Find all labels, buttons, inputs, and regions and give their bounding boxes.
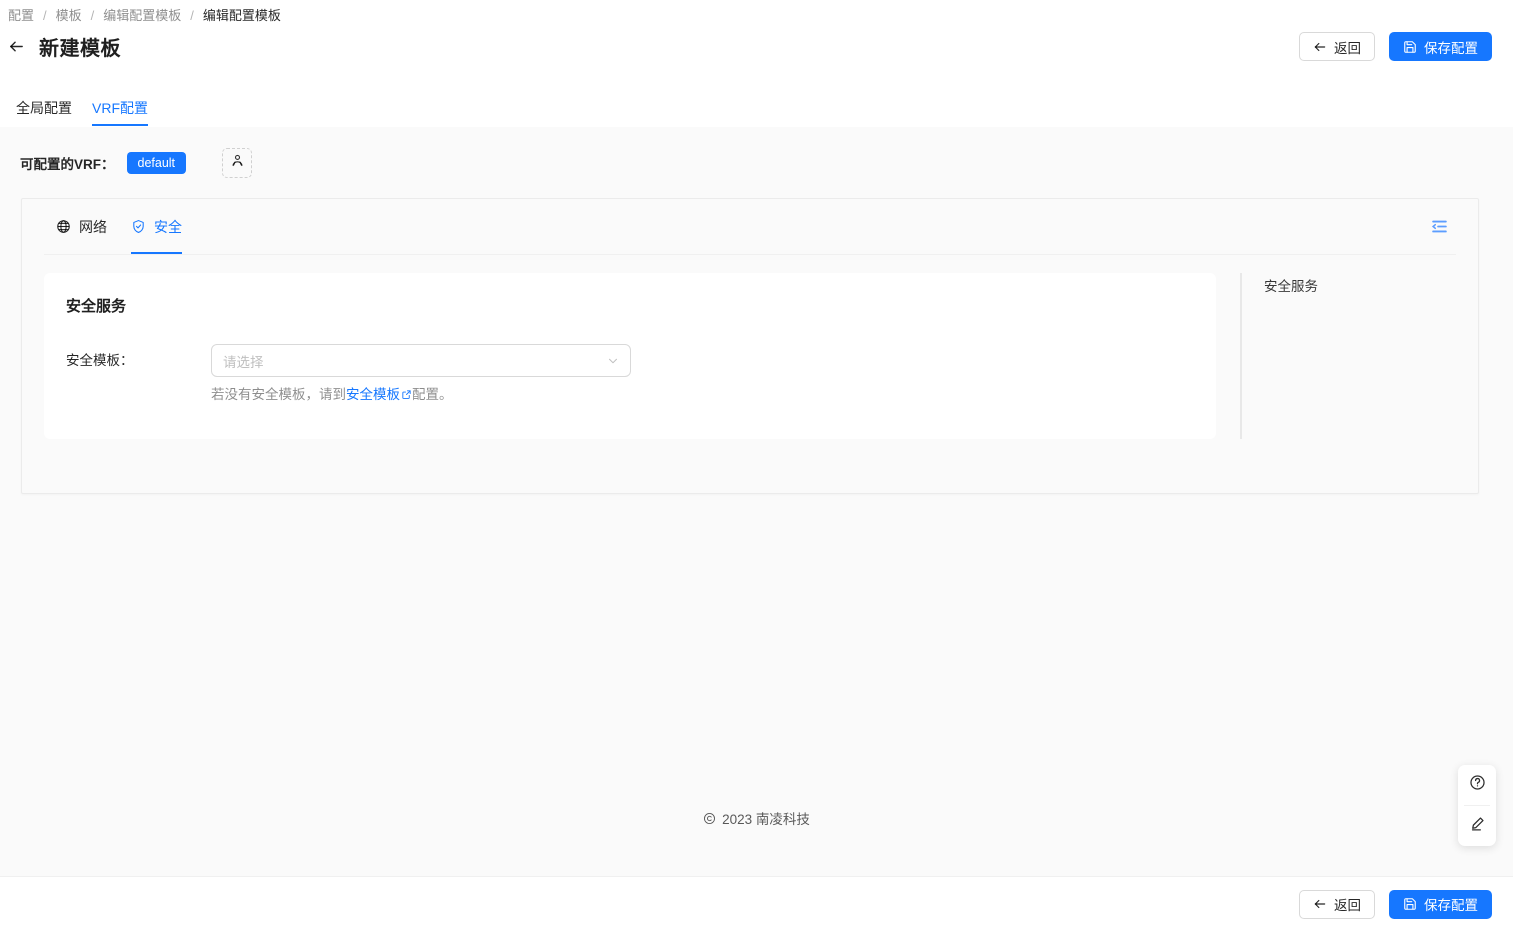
save-button-top[interactable]: 保存配置 — [1389, 32, 1492, 61]
security-template-control: 请选择 若没有安全模板，请到安全模板 配置。 — [211, 344, 1194, 406]
security-template-label: 安全模板： — [66, 353, 134, 368]
tab-vrf-config-label: VRF配置 — [92, 100, 148, 116]
arrow-left-icon — [1313, 897, 1327, 911]
bottom-action-bar: 返回 保存配置 — [0, 876, 1513, 931]
anchor-item-security-service[interactable]: 安全服务 — [1264, 276, 1318, 298]
hint-suffix: 配置。 — [412, 387, 453, 402]
save-button-bottom-label: 保存配置 — [1424, 898, 1478, 913]
save-button-bottom[interactable]: 保存配置 — [1389, 889, 1492, 919]
tab-network-label: 网络 — [79, 218, 107, 235]
security-template-form-row: 安全模板： 请选择 若没有安全模板，请到安全模板 配置。 — [66, 344, 1194, 406]
breadcrumb-item-3: 编辑配置模板 — [202, 8, 281, 23]
menu-unfold-icon[interactable] — [1428, 216, 1450, 238]
pencil-icon — [1469, 815, 1486, 837]
tab-global-config[interactable]: 全局配置 — [6, 90, 82, 126]
tab-global-config-label: 全局配置 — [16, 100, 72, 116]
breadcrumb-separator: / — [43, 8, 47, 23]
top-tab-bar: 全局配置 VRF配置 — [0, 90, 1513, 127]
app-page: 配置 / 模板 / 编辑配置模板 / 编辑配置模板 新建模板 返回 保存配置 全… — [0, 0, 1513, 931]
add-vrf-button[interactable] — [222, 148, 253, 178]
header-actions: 返回 保存配置 — [1299, 32, 1492, 61]
back-button-bottom-label: 返回 — [1334, 898, 1361, 913]
breadcrumb-separator: / — [190, 8, 194, 23]
tab-security[interactable]: 安全 — [119, 199, 194, 254]
tab-vrf-config[interactable]: VRF配置 — [82, 90, 158, 126]
tab-security-label: 安全 — [154, 218, 182, 235]
vrf-selector-row: 可配置的VRF： default — [20, 148, 253, 178]
config-panel: 网络 安全 安全服务 安全模板： 请选择 若没有安全模板，请到安全模板 配置。 … — [21, 198, 1479, 494]
anchor-nav: 安全服务 — [1240, 273, 1318, 439]
back-arrow-icon[interactable] — [8, 38, 25, 55]
page-header: 配置 / 模板 / 编辑配置模板 / 编辑配置模板 新建模板 返回 保存配置 — [0, 0, 1513, 90]
card-title: 安全服务 — [66, 298, 127, 315]
breadcrumb: 配置 / 模板 / 编辑配置模板 / 编辑配置模板 — [8, 7, 281, 25]
hint-prefix: 若没有安全模板，请到 — [211, 387, 346, 402]
footer-copyright: 2023 南凌科技 — [0, 808, 1513, 828]
tab-network[interactable]: 网络 — [44, 199, 119, 254]
chevron-down-icon — [607, 355, 619, 367]
save-icon — [1403, 40, 1417, 54]
globe-icon — [56, 219, 71, 234]
back-button-label: 返回 — [1334, 40, 1361, 56]
help-button[interactable] — [1458, 765, 1496, 805]
copyright-icon — [703, 812, 716, 825]
breadcrumb-separator: / — [90, 8, 95, 23]
breadcrumb-item-2[interactable]: 编辑配置模板 — [103, 7, 181, 25]
back-button-bottom[interactable]: 返回 — [1299, 889, 1375, 919]
feedback-button[interactable] — [1458, 806, 1496, 846]
float-help-widget — [1458, 765, 1496, 846]
vrf-label: 可配置的VRF： — [20, 157, 115, 172]
external-link-icon — [401, 386, 412, 406]
security-template-placeholder: 请选择 — [223, 354, 264, 370]
security-template-select[interactable]: 请选择 — [211, 344, 631, 377]
security-template-hint: 若没有安全模板，请到安全模板 配置。 — [211, 385, 1194, 406]
user-add-icon — [230, 153, 245, 173]
arrow-left-icon — [1313, 40, 1327, 54]
footer-text: 2023 南凌科技 — [722, 812, 810, 827]
question-circle-icon — [1469, 774, 1486, 796]
breadcrumb-item-1[interactable]: 模板 — [56, 7, 82, 25]
title-row: 新建模板 — [8, 32, 121, 61]
save-icon — [1403, 897, 1417, 911]
panel-body: 安全服务 安全模板： 请选择 若没有安全模板，请到安全模板 配置。 安全服务 — [22, 255, 1478, 439]
breadcrumb-item-0[interactable]: 配置 — [8, 7, 34, 25]
page-title: 新建模板 — [39, 38, 121, 60]
vrf-tag-default[interactable]: default — [126, 152, 187, 174]
security-template-link[interactable]: 安全模板 — [346, 387, 400, 402]
back-button-top[interactable]: 返回 — [1299, 32, 1375, 61]
inner-tab-bar: 网络 安全 — [44, 199, 1456, 255]
shield-check-icon — [131, 219, 146, 234]
save-button-label: 保存配置 — [1424, 40, 1478, 56]
security-service-card: 安全服务 安全模板： 请选择 若没有安全模板，请到安全模板 配置。 — [44, 273, 1216, 439]
